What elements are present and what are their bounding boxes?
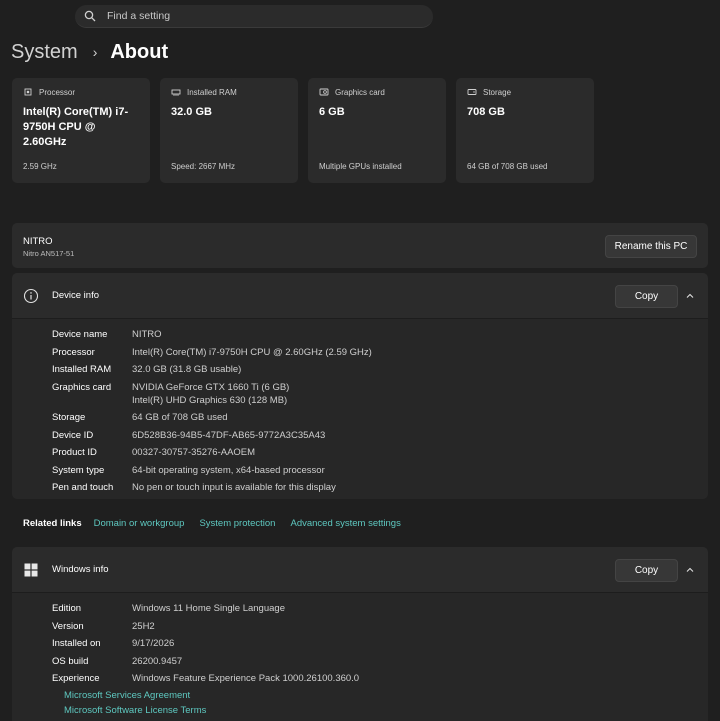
breadcrumb-system[interactable]: System — [11, 40, 78, 64]
spec-key: Experience — [52, 673, 100, 684]
search-box[interactable] — [75, 5, 433, 28]
spec-key: Product ID — [52, 447, 97, 458]
card-processor: Processor Intel(R) Core(TM) i7-9750H CPU… — [12, 78, 150, 183]
card-graphics: Graphics card 6 GB Multiple GPUs install… — [308, 78, 446, 183]
device-info-header[interactable]: Device info Copy — [12, 273, 708, 318]
processor-icon — [24, 88, 32, 96]
rename-pc-button[interactable]: Rename this PC — [605, 235, 697, 258]
card-value: 708 GB — [467, 106, 505, 118]
spec-value: NVIDIA GeForce GTX 1660 Ti (6 GB) — [132, 382, 290, 393]
spec-value: 32.0 GB (31.8 GB usable) — [132, 364, 242, 375]
spec-key: Pen and touch — [52, 482, 114, 493]
spec-key: System type — [52, 465, 105, 476]
chevron-up-icon[interactable] — [685, 565, 695, 575]
spec-value: 64-bit operating system, x64-based proce… — [132, 465, 325, 476]
card-sub: 2.59 GHz — [23, 162, 57, 171]
card-label: Graphics card — [335, 87, 385, 97]
card-label: Installed RAM — [187, 87, 237, 97]
spec-value: 26200.9457 — [132, 656, 183, 667]
link-domain-workgroup[interactable]: Domain or workgroup — [94, 518, 185, 529]
spec-key: Installed on — [52, 638, 101, 649]
card-ram: Installed RAM 32.0 GB Speed: 2667 MHz — [160, 78, 298, 183]
chevron-right-icon: › — [92, 44, 98, 60]
spec-value: No pen or touch input is available for t… — [132, 482, 336, 493]
card-label: Processor — [39, 87, 76, 97]
info-icon — [23, 288, 39, 304]
spec-value: Windows Feature Experience Pack 1000.261… — [132, 673, 360, 684]
card-sub: Speed: 2667 MHz — [171, 162, 236, 171]
spec-value: 64 GB of 708 GB used — [132, 412, 228, 423]
card-storage: Storage 708 GB 64 GB of 708 GB used — [456, 78, 594, 183]
spec-value: 25H2 — [132, 621, 155, 632]
ram-icon — [171, 89, 181, 96]
related-links: Related links Domain or workgroup System… — [12, 504, 708, 542]
windows-logo-icon — [24, 563, 38, 577]
spec-key: Version — [52, 621, 84, 632]
spec-key: Processor — [52, 347, 95, 358]
device-info-copy-button[interactable]: Copy — [615, 285, 678, 308]
search-icon — [84, 10, 96, 22]
chevron-up-icon[interactable] — [685, 291, 695, 301]
windows-info-body: Edition Windows 11 Home Single Language V… — [12, 592, 708, 721]
page-title: About — [110, 41, 169, 63]
windows-info-copy-button[interactable]: Copy — [615, 559, 678, 582]
spec-key: Device ID — [52, 430, 94, 441]
spec-value: Intel(R) UHD Graphics 630 (128 MB) — [132, 395, 288, 406]
search-input[interactable] — [105, 9, 409, 23]
related-links-label: Related links — [23, 517, 82, 529]
card-label: Storage — [483, 87, 512, 97]
windows-info-header[interactable]: Windows info Copy — [12, 547, 708, 592]
link-license-terms[interactable]: Microsoft Software License Terms — [64, 705, 206, 716]
spec-key: Device name — [52, 329, 108, 340]
pc-model: Nitro AN517-51 — [23, 249, 75, 258]
link-services-agreement[interactable]: Microsoft Services Agreement — [64, 690, 190, 701]
link-system-protection[interactable]: System protection — [199, 518, 275, 529]
spec-value: Intel(R) Core(TM) i7-9750H CPU @ 2.60GHz… — [132, 347, 372, 358]
spec-key: Edition — [52, 603, 82, 614]
card-value: 6 GB — [319, 106, 345, 118]
card-sub: 64 GB of 708 GB used — [467, 162, 548, 171]
spec-value: 00327-30757-35276-AAOEM — [132, 447, 256, 458]
card-value: Intel(R) Core(TM) i7-9750H CPU @ 2.60GHz — [23, 106, 129, 148]
spec-value: Windows 11 Home Single Language — [132, 603, 285, 614]
spec-key: Storage — [52, 412, 86, 423]
spec-value: 6D528B36-94B5-47DF-AB65-9772A3C35A43 — [132, 430, 326, 441]
spec-key: Installed RAM — [52, 364, 112, 375]
spec-value: NITRO — [132, 329, 162, 340]
pc-name-row: NITRO Nitro AN517-51 Rename this PC — [12, 223, 708, 268]
device-info-body: Device name NITRO Processor Intel(R) Core(… — [12, 318, 708, 499]
spec-key: OS build — [52, 656, 89, 667]
card-sub: Multiple GPUs installed — [319, 162, 402, 171]
pc-name: NITRO — [23, 236, 53, 247]
card-value: 32.0 GB — [171, 106, 212, 118]
windows-info-title: Windows info — [52, 564, 109, 575]
device-info-title: Device info — [52, 290, 99, 301]
spec-value: 9/17/2026 — [132, 638, 175, 649]
storage-icon — [467, 89, 477, 95]
breadcrumb: System › About — [11, 40, 168, 64]
spec-key: Graphics card — [52, 382, 112, 393]
link-advanced-system-settings[interactable]: Advanced system settings — [290, 518, 400, 529]
graphics-card-icon — [319, 88, 329, 96]
